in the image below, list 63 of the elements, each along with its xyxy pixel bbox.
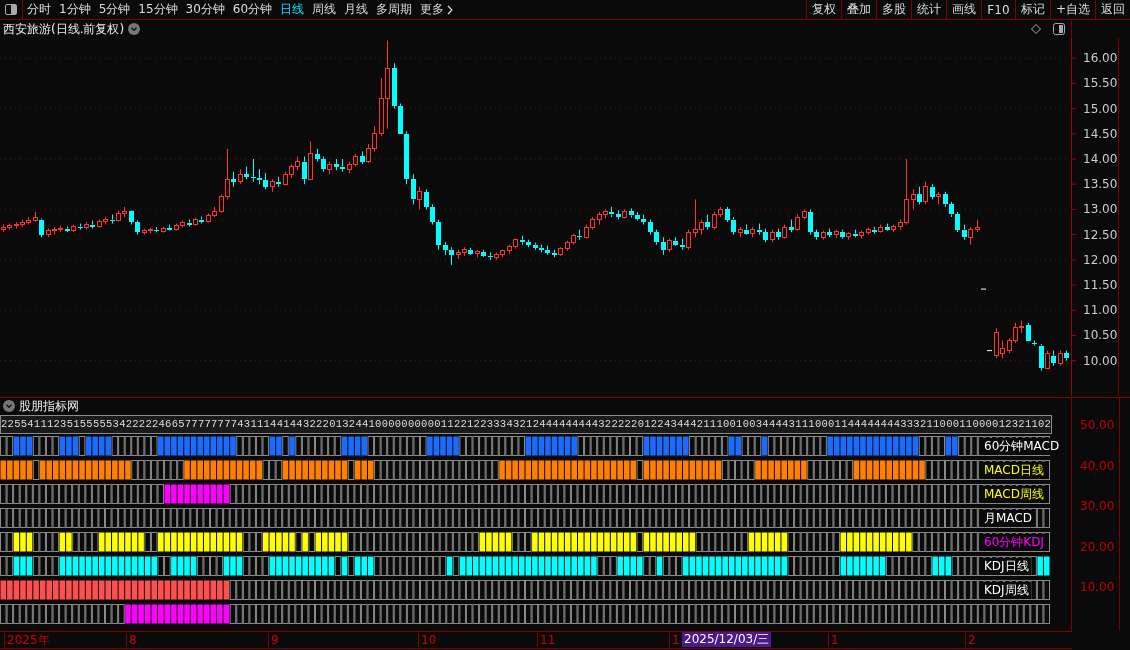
time-label: 2025年 [4, 633, 50, 647]
indicator-label: KDJ日线 [982, 558, 1031, 575]
axis-label: 20.00 [1079, 539, 1116, 556]
diamond-icon[interactable] [1031, 24, 1041, 34]
price-label: 15.50 [1083, 76, 1118, 91]
dropdown-icon[interactable] [128, 23, 141, 35]
price-label: 12.00 [1083, 252, 1118, 267]
indicator-label: KDJ周线 [982, 582, 1031, 599]
indicator-digits: 2255411123515555534222224665777777774311144144322201324410000000000112212233343212444444444322222012243444211100100344443111000114444444433321100011000012321102 [0, 414, 1053, 434]
more-button[interactable]: 更多 [416, 0, 458, 19]
time-label: 10 [418, 633, 437, 647]
axis-label: 10.00 [1079, 580, 1116, 596]
time-label: 1 [669, 633, 680, 647]
period-tab[interactable]: 分时 [23, 0, 55, 19]
dropdown-icon[interactable] [3, 400, 15, 412]
toolbar-button[interactable]: 复权 [805, 0, 841, 19]
panel-toggle-icon[interactable] [1053, 23, 1065, 35]
period-tab[interactable]: 1分钟 [55, 0, 95, 19]
price-label: 16.00 [1083, 51, 1118, 66]
period-tab[interactable]: 60分钟 [228, 0, 277, 19]
toolbar-button[interactable]: 画线 [945, 0, 981, 19]
period-tab[interactable]: 30分钟 [181, 0, 229, 19]
period-tab[interactable]: 多周期 [372, 0, 417, 19]
price-label: 11.00 [1083, 303, 1118, 318]
candle [975, 219, 980, 233]
indicator-label: MACD日线 [982, 462, 1046, 479]
chart-title: 西安旅游(日线.前复权) [3, 20, 125, 38]
axis-label: 50.00 [1079, 418, 1116, 434]
price-label: 14.50 [1083, 126, 1118, 141]
price-label: 12.50 [1083, 227, 1118, 242]
axis-label: 30.00 [1079, 499, 1116, 515]
indicator-label: 60分钟MACD [982, 438, 1062, 455]
price-label: 14.00 [1083, 152, 1118, 166]
toolbar-button[interactable]: 多股 [875, 0, 911, 19]
time-label: 1 [828, 633, 839, 647]
indicator-label: 月MACD [982, 510, 1034, 527]
chevron-icon [447, 4, 454, 15]
period-tab[interactable]: 周线 [308, 0, 341, 19]
indicator-title: 股朋指标网 [19, 397, 79, 415]
price-label: 15.00 [1083, 101, 1118, 116]
time-label: 9 [268, 633, 279, 647]
toolbar-button[interactable]: F10 [980, 0, 1015, 19]
indicator-label: MACD周线 [982, 486, 1046, 503]
price-label: 13.00 [1083, 202, 1118, 217]
indicator-label: 60分钟KDJ [982, 534, 1046, 551]
time-label: 8 [126, 633, 137, 647]
toolbar-button[interactable]: 标记 [1014, 0, 1050, 19]
toolbar-button[interactable]: 统计 [910, 0, 946, 19]
price-label: 10.00 [1083, 353, 1118, 368]
period-tab[interactable]: 日线 [276, 0, 309, 19]
toolbar-button[interactable]: 返回 [1095, 0, 1130, 19]
axis-label: 40.00 [1079, 458, 1116, 475]
toolbar-button[interactable]: 叠加 [840, 0, 876, 19]
price-label: 13.50 [1083, 177, 1118, 192]
period-tab[interactable]: 15分钟 [134, 0, 182, 19]
period-tab[interactable]: 月线 [340, 0, 373, 19]
cursor-date-label: 2025/12/03/三 [682, 632, 772, 647]
price-label: 11.50 [1083, 278, 1118, 293]
time-label: 2 [965, 633, 976, 647]
price-label: 10.50 [1083, 328, 1118, 343]
toolbar-button[interactable]: +自选 [1049, 0, 1095, 19]
period-tab[interactable]: 5分钟 [94, 0, 135, 19]
time-label: 11 [537, 633, 556, 647]
